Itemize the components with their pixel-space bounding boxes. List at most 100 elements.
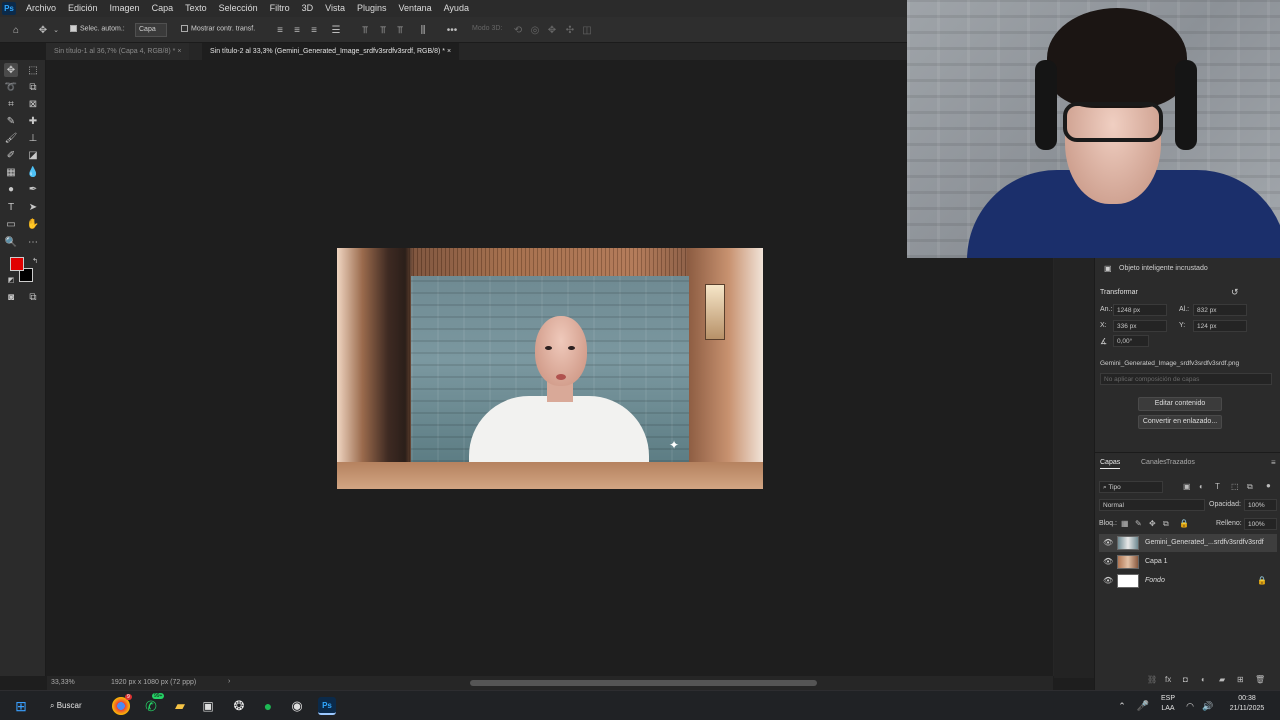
layer-row[interactable]: 👁 Capa 1: [1099, 553, 1277, 571]
app-window-icon[interactable]: ▣: [199, 697, 217, 715]
link-layers-icon[interactable]: ⛓: [1147, 675, 1157, 684]
type-tool-icon[interactable]: T: [4, 200, 18, 214]
wifi-icon[interactable]: ◠: [1181, 697, 1199, 715]
x-position-field[interactable]: 336 px: [1113, 320, 1167, 332]
zoom-level[interactable]: 33,33%: [51, 679, 75, 686]
clock[interactable]: 00:38 21/11/2025: [1222, 694, 1272, 714]
align-right-icon[interactable]: ≡: [307, 23, 321, 37]
spotify-icon[interactable]: ●: [259, 697, 277, 715]
tab-document-1[interactable]: Sin título-1 al 36,7% (Capa 4, RGB/8) * …: [46, 43, 190, 60]
swap-colors-icon[interactable]: ↰: [28, 254, 42, 268]
panel-menu-icon[interactable]: ≡: [1271, 458, 1276, 467]
microphone-icon[interactable]: 🎤: [1134, 697, 1152, 715]
menu-ayuda[interactable]: Ayuda: [438, 0, 475, 17]
menu-vista[interactable]: Vista: [319, 0, 351, 17]
history-brush-tool-icon[interactable]: ✐: [4, 148, 18, 162]
convert-to-linked-button[interactable]: Convertir en enlazado...: [1138, 415, 1222, 429]
blend-mode-dropdown[interactable]: Normal: [1099, 499, 1205, 511]
rectangle-tool-icon[interactable]: ▭: [4, 217, 18, 231]
eraser-tool-icon[interactable]: ◪: [26, 148, 40, 162]
frame-tool-icon[interactable]: ⊠: [26, 97, 40, 111]
canvas-area[interactable]: ✦: [47, 60, 1053, 676]
filter-shape-icon[interactable]: ⬚: [1231, 482, 1239, 491]
align-top-icon[interactable]: ⫪: [358, 23, 372, 37]
taskbar-search[interactable]: ⌕ Buscar: [50, 697, 100, 715]
lock-position-icon[interactable]: ✥: [1149, 519, 1156, 528]
new-layer-icon[interactable]: ⊞: [1237, 675, 1244, 684]
layer-row[interactable]: 👁 Fondo 🔒: [1099, 572, 1277, 590]
whatsapp-icon[interactable]: ✆: [142, 697, 160, 715]
chevron-up-icon[interactable]: ⌃: [1113, 697, 1131, 715]
quick-mask-icon[interactable]: ◙: [4, 290, 18, 304]
add-mask-icon[interactable]: ◘: [1183, 675, 1188, 684]
delete-layer-icon[interactable]: 🗑: [1255, 675, 1265, 684]
object-selection-tool-icon[interactable]: ⧉: [26, 80, 40, 94]
default-colors-icon[interactable]: ◩: [4, 273, 18, 287]
filter-adjustment-icon[interactable]: ◐: [1199, 482, 1204, 491]
show-transform-checkbox[interactable]: Mostrar contr. transf.: [181, 25, 255, 32]
lock-all-icon[interactable]: 🔒: [1179, 519, 1189, 528]
chatgpt-icon[interactable]: ❂: [230, 697, 248, 715]
align-bottom-icon[interactable]: ⫪: [393, 23, 407, 37]
tab-channels[interactable]: Canales: [1141, 459, 1167, 466]
status-arrow-icon[interactable]: ›: [228, 678, 230, 685]
file-explorer-icon[interactable]: ▰: [171, 697, 189, 715]
menu-archivo[interactable]: Archivo: [20, 0, 62, 17]
menu-seleccion[interactable]: Selección: [213, 0, 264, 17]
adjustment-layer-icon[interactable]: ◐: [1201, 675, 1206, 684]
menu-plugins[interactable]: Plugins: [351, 0, 393, 17]
menu-imagen[interactable]: Imagen: [104, 0, 146, 17]
angle-field[interactable]: 0,00°: [1113, 335, 1149, 347]
fill-field[interactable]: 100%: [1244, 518, 1277, 530]
height-field[interactable]: 832 px: [1193, 304, 1247, 316]
auto-select-dropdown[interactable]: Capa: [135, 23, 167, 37]
healing-brush-tool-icon[interactable]: ✚: [26, 114, 40, 128]
width-field[interactable]: 1248 px: [1113, 304, 1167, 316]
filter-smart-object-icon[interactable]: ⧉: [1247, 482, 1253, 492]
layer-comp-dropdown[interactable]: No aplicar composición de capas: [1100, 373, 1272, 385]
more-options-icon[interactable]: •••: [445, 23, 459, 37]
eye-icon[interactable]: 👁: [1103, 557, 1113, 566]
eyedropper-tool-icon[interactable]: ✎: [4, 114, 18, 128]
zoom-tool-icon[interactable]: 🔍: [4, 235, 18, 249]
gradient-tool-icon[interactable]: ▦: [4, 165, 18, 179]
tab-paths[interactable]: Trazados: [1166, 459, 1195, 466]
dodge-tool-icon[interactable]: ●: [4, 182, 18, 196]
foreground-color-swatch[interactable]: [10, 257, 24, 271]
layer-row[interactable]: 👁 Gemini_Generated_...srdfv3srdfv3srdf: [1099, 534, 1277, 552]
crop-tool-icon[interactable]: ⌗: [4, 97, 18, 111]
move-tool-icon[interactable]: ✥: [4, 63, 18, 77]
more-tools-icon[interactable]: ⋯: [26, 235, 40, 249]
path-selection-tool-icon[interactable]: ➤: [26, 200, 40, 214]
lock-artboard-icon[interactable]: ⧉: [1163, 519, 1169, 529]
horizontal-scrollbar-thumb[interactable]: [470, 680, 817, 686]
menu-ventana[interactable]: Ventana: [393, 0, 438, 17]
y-position-field[interactable]: 124 px: [1193, 320, 1247, 332]
align-center-icon[interactable]: ≡: [290, 23, 304, 37]
smart-object-image[interactable]: ✦: [411, 276, 689, 462]
lock-image-icon[interactable]: ✎: [1135, 519, 1142, 528]
blur-tool-icon[interactable]: 💧: [26, 165, 40, 179]
filter-toggle-icon[interactable]: ●: [1266, 481, 1271, 490]
screen-mode-icon[interactable]: ⧉: [26, 290, 40, 304]
filter-pixel-icon[interactable]: ▣: [1183, 482, 1191, 491]
language-indicator[interactable]: ESP LAA: [1159, 694, 1177, 714]
menu-filtro[interactable]: Filtro: [264, 0, 296, 17]
align-middle-icon[interactable]: ⫪: [376, 23, 390, 37]
windows-start-icon[interactable]: ⊞: [12, 697, 30, 715]
tab-layers[interactable]: Capas: [1100, 459, 1121, 469]
eye-icon[interactable]: 👁: [1103, 538, 1113, 547]
distribute-icon[interactable]: ☰: [329, 23, 343, 37]
menu-3d[interactable]: 3D: [296, 0, 320, 17]
layer-filter-dropdown[interactable]: ⌕ Tipo: [1099, 481, 1163, 493]
close-icon[interactable]: ×: [177, 48, 181, 55]
edit-contents-button[interactable]: Editar contenido: [1138, 397, 1222, 411]
photoshop-logo-icon[interactable]: Ps: [2, 2, 16, 15]
eye-icon[interactable]: 👁: [1103, 576, 1113, 585]
reset-transform-icon[interactable]: ↺: [1231, 287, 1239, 298]
close-icon[interactable]: ×: [447, 48, 451, 55]
hand-tool-icon[interactable]: ✋: [26, 217, 40, 231]
obs-icon[interactable]: ◉: [288, 697, 306, 715]
marquee-tool-icon[interactable]: ⬚: [26, 63, 40, 77]
opacity-field[interactable]: 100%: [1244, 499, 1277, 511]
